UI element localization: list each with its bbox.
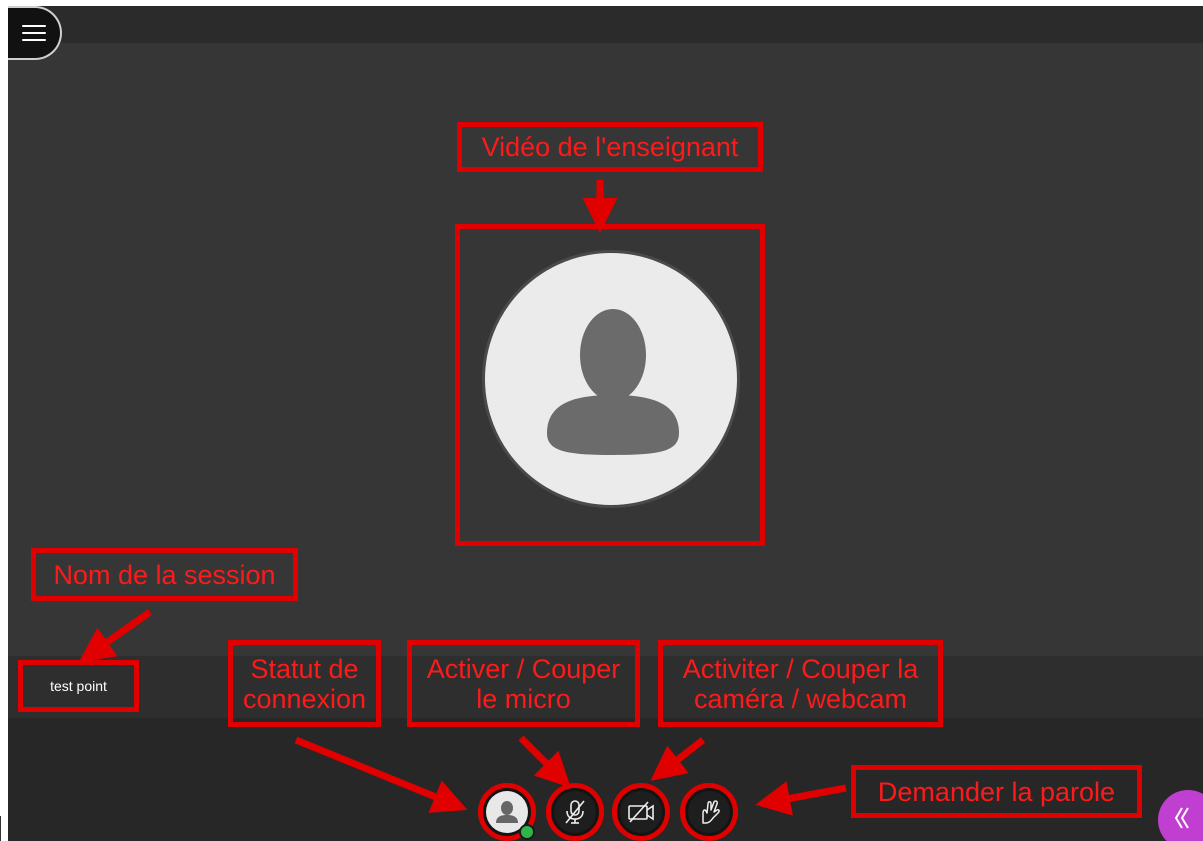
raise-hand-icon	[702, 800, 720, 824]
microphone-muted-icon	[565, 800, 585, 824]
edge-divider	[0, 816, 4, 841]
arrow-camera	[650, 737, 706, 781]
connection-status-button[interactable]	[478, 783, 536, 841]
camera-off-icon	[628, 801, 654, 823]
user-avatar-icon	[496, 801, 518, 823]
raise-hand-button[interactable]	[680, 783, 738, 841]
arrow-connection-status	[294, 736, 468, 813]
online-status-badge	[519, 824, 535, 840]
arrow-mic	[518, 735, 571, 788]
arrow-session-name	[78, 609, 153, 663]
microphone-toggle-button[interactable]	[546, 783, 604, 841]
double-chevron-left-icon	[1174, 807, 1189, 829]
arrow-raise-hand	[755, 781, 847, 816]
annotation-arrows	[78, 180, 847, 816]
camera-toggle-button[interactable]	[612, 783, 670, 841]
